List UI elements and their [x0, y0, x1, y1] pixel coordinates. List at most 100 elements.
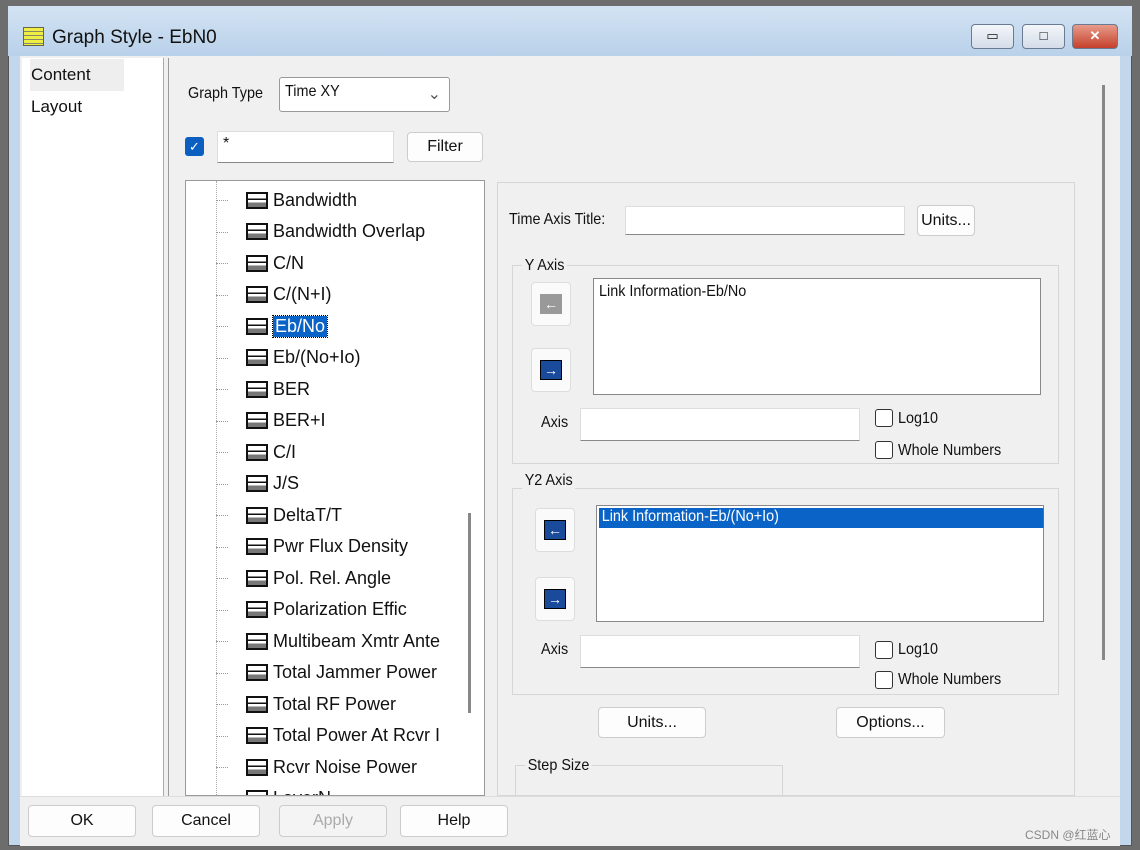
list-item-selected[interactable]: Link Information-Eb/(No+Io) — [599, 508, 1044, 528]
y-axis-name-input[interactable] — [580, 408, 860, 441]
y2-whole-numbers-checkbox[interactable] — [875, 671, 893, 689]
data-element-icon — [246, 569, 268, 587]
tree-item-label: BER+I — [273, 410, 326, 430]
minimize-button[interactable]: ▭ — [971, 24, 1014, 49]
tree-item[interactable]: LayerN — [246, 785, 331, 795]
tree-item[interactable]: C/(N+I) — [246, 281, 332, 309]
tree-item[interactable]: C/I — [246, 438, 296, 466]
tree-item-label: Polarization Effic — [273, 599, 407, 619]
tree-connector — [216, 483, 228, 485]
graph-type-label: Graph Type — [188, 85, 263, 102]
y-add-button[interactable]: → — [531, 348, 571, 392]
app-icon — [23, 27, 44, 46]
y-remove-button: ← — [531, 282, 571, 326]
tree-item[interactable]: Pwr Flux Density — [246, 533, 408, 561]
filter-input[interactable]: * — [217, 131, 394, 163]
y-log10-checkbox[interactable] — [875, 409, 893, 427]
tree-item-label: LayerN — [273, 788, 331, 795]
units-button[interactable]: Units... — [598, 707, 706, 738]
data-element-icon — [246, 475, 268, 492]
tree-item[interactable]: BER+I — [246, 407, 326, 435]
tree-item-label: DeltaT/T — [273, 504, 343, 525]
tree-item-label: C/I — [273, 441, 297, 462]
y2-axis-name-input[interactable] — [580, 635, 860, 668]
y2-add-button[interactable]: → — [535, 577, 575, 621]
tree-item[interactable]: Total Power At Rcvr I — [246, 722, 440, 750]
tree-connector — [216, 294, 228, 296]
tree-item[interactable]: BER — [246, 375, 310, 403]
nav-item-layout[interactable]: Layout — [30, 91, 124, 123]
y-axis-list[interactable]: Link Information-Eb/No — [593, 278, 1041, 395]
step-size-label: Step Size — [525, 757, 593, 775]
data-element-icon — [246, 254, 268, 272]
y2-axis-list[interactable]: Link Information-Eb/(No+Io) — [596, 505, 1044, 622]
tree-item[interactable]: Eb/(No+Io) — [246, 344, 361, 372]
data-tree[interactable]: Bandwidth Bandwidth Overlap C/N C/(N+I) Eb/N… — [185, 180, 485, 796]
arrow-right-icon: → — [544, 589, 566, 609]
data-element-icon — [246, 506, 268, 524]
tree-item[interactable]: J/S — [246, 470, 299, 498]
tree-scrollbar-thumb[interactable] — [468, 513, 471, 713]
y-axis-name-label: Axis — [541, 414, 569, 431]
data-element-icon — [246, 727, 268, 744]
data-element-icon — [246, 317, 268, 335]
tree-item[interactable]: Multibeam Xmtr Ante — [246, 627, 440, 655]
data-element-icon — [246, 412, 268, 429]
y2-log10-label: Log10 — [898, 641, 939, 658]
y-whole-numbers-checkbox[interactable] — [875, 441, 893, 459]
graph-type-select[interactable]: Time XY ⌄ — [279, 77, 450, 112]
data-element-icon — [246, 695, 268, 713]
y-log10-label: Log10 — [898, 410, 939, 427]
list-item[interactable]: Link Information-Eb/No — [599, 283, 746, 301]
tree-item-label: Pwr Flux Density — [273, 536, 409, 556]
cancel-button[interactable]: Cancel — [152, 805, 260, 837]
tree-item[interactable]: Total RF Power — [246, 690, 396, 718]
arrow-right-icon: → — [540, 360, 562, 380]
tree-item-label: Bandwidth — [273, 189, 358, 210]
data-element-icon — [246, 286, 268, 303]
tree-item[interactable]: Rcvr Noise Power — [246, 753, 417, 781]
tree-connector — [216, 231, 228, 233]
tree-item-label: Eb/(No+Io) — [273, 347, 361, 367]
tree-item-label: Pol. Rel. Angle — [273, 567, 392, 588]
time-units-button[interactable]: Units... — [917, 205, 975, 236]
tree-item-label: Eb/No — [271, 314, 329, 338]
nav-pane — [22, 58, 164, 796]
ok-button[interactable]: OK — [28, 805, 136, 837]
tree-item[interactable]: Polarization Effic — [246, 596, 407, 624]
data-element-icon — [246, 223, 268, 240]
tree-item[interactable]: C/N — [246, 249, 304, 277]
tree-connector — [216, 420, 228, 422]
nav-item-content[interactable]: Content — [30, 59, 124, 91]
data-element-icon — [246, 191, 268, 209]
panel-scrollbar[interactable] — [1102, 85, 1105, 660]
tree-item-label: BER — [273, 378, 311, 399]
help-button[interactable]: Help — [400, 805, 508, 837]
tree-item[interactable]: Bandwidth Overlap — [246, 218, 425, 246]
tree-item[interactable]: DeltaT/T — [246, 501, 342, 529]
window-title: Graph Style - EbN0 — [52, 27, 217, 48]
data-element-icon — [246, 349, 268, 366]
tree-item[interactable]: Total Jammer Power — [246, 659, 437, 687]
tree-connector — [216, 200, 228, 201]
graph-type-value: Time XY — [285, 83, 340, 100]
close-button[interactable]: ✕ — [1072, 24, 1118, 49]
time-axis-title-input[interactable] — [625, 206, 905, 235]
tree-item[interactable]: Eb/No — [246, 312, 329, 340]
data-element-icon — [246, 601, 268, 618]
arrow-left-icon: ← — [544, 520, 566, 540]
options-button[interactable]: Options... — [836, 707, 945, 738]
data-element-icon — [246, 380, 268, 398]
tree-connector — [216, 609, 228, 611]
filter-checkbox[interactable]: ✓ — [185, 137, 204, 156]
maximize-button[interactable]: □ — [1022, 24, 1065, 49]
tree-connector — [216, 641, 228, 642]
tree-item[interactable]: Pol. Rel. Angle — [246, 564, 391, 592]
tree-item[interactable]: Bandwidth — [246, 186, 357, 214]
tree-connector — [216, 546, 228, 548]
y2-axis-name-label: Axis — [541, 641, 569, 658]
y2-remove-button[interactable]: ← — [535, 508, 575, 552]
apply-button: Apply — [279, 805, 387, 837]
y2-log10-checkbox[interactable] — [875, 641, 893, 659]
filter-button[interactable]: Filter — [407, 132, 483, 162]
